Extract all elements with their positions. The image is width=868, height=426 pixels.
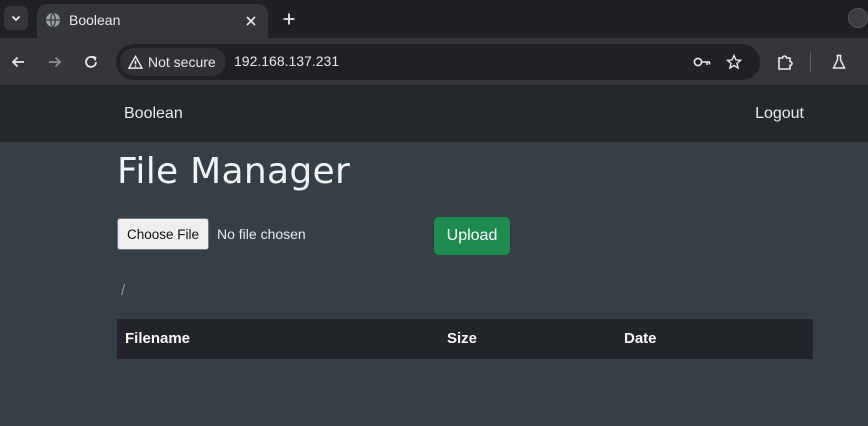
site-navbar: Boolean Logout: [0, 86, 868, 142]
browser-tab-strip: Boolean: [0, 0, 868, 38]
arrow-left-icon: [11, 56, 24, 68]
key-icon: [693, 57, 711, 67]
file-status-text: No file chosen: [217, 226, 306, 242]
warning-icon: [128, 54, 143, 69]
tab-search-button[interactable]: [4, 6, 28, 30]
logout-link[interactable]: Logout: [755, 105, 804, 123]
current-path: /: [121, 282, 126, 299]
labs-button[interactable]: [827, 50, 851, 74]
password-manager-button[interactable]: [692, 52, 712, 72]
profile-avatar[interactable]: [848, 8, 868, 28]
tab-close-button[interactable]: [242, 12, 260, 30]
back-button[interactable]: [6, 50, 30, 74]
security-chip[interactable]: Not secure: [120, 48, 226, 76]
tab-title: Boolean: [69, 12, 121, 28]
address-bar[interactable]: Not secure 192.168.137.231: [116, 44, 760, 80]
upload-button[interactable]: Upload: [434, 217, 510, 255]
plus-icon: [283, 13, 295, 25]
navbar-brand[interactable]: Boolean: [124, 105, 183, 123]
toolbar-divider: [810, 52, 811, 72]
new-tab-button[interactable]: [278, 8, 300, 30]
bookmark-button[interactable]: [724, 52, 744, 72]
browser-tab[interactable]: Boolean: [37, 4, 268, 38]
flask-icon: [832, 54, 846, 69]
url-text[interactable]: 192.168.137.231: [234, 53, 339, 69]
chevron-down-icon: [11, 15, 21, 22]
globe-icon: [46, 12, 60, 28]
page-title: File Manager: [117, 151, 351, 192]
arrow-right-icon: [49, 56, 62, 68]
star-icon: [726, 54, 742, 70]
reload-button[interactable]: [79, 50, 103, 74]
column-header-date: Date: [624, 330, 657, 347]
column-header-filename: Filename: [125, 330, 191, 347]
reload-icon: [85, 55, 97, 68]
column-header-size: Size: [447, 330, 478, 347]
choose-file-button[interactable]: Choose File: [117, 218, 209, 250]
extensions-button[interactable]: [773, 50, 797, 74]
security-label: Not secure: [148, 54, 216, 70]
file-table-header: Filename Size Date: [117, 319, 813, 359]
puzzle-icon: [778, 55, 793, 70]
forward-button[interactable]: [43, 50, 67, 74]
browser-toolbar: Not secure 192.168.137.231: [0, 38, 868, 86]
close-icon: [246, 16, 256, 26]
